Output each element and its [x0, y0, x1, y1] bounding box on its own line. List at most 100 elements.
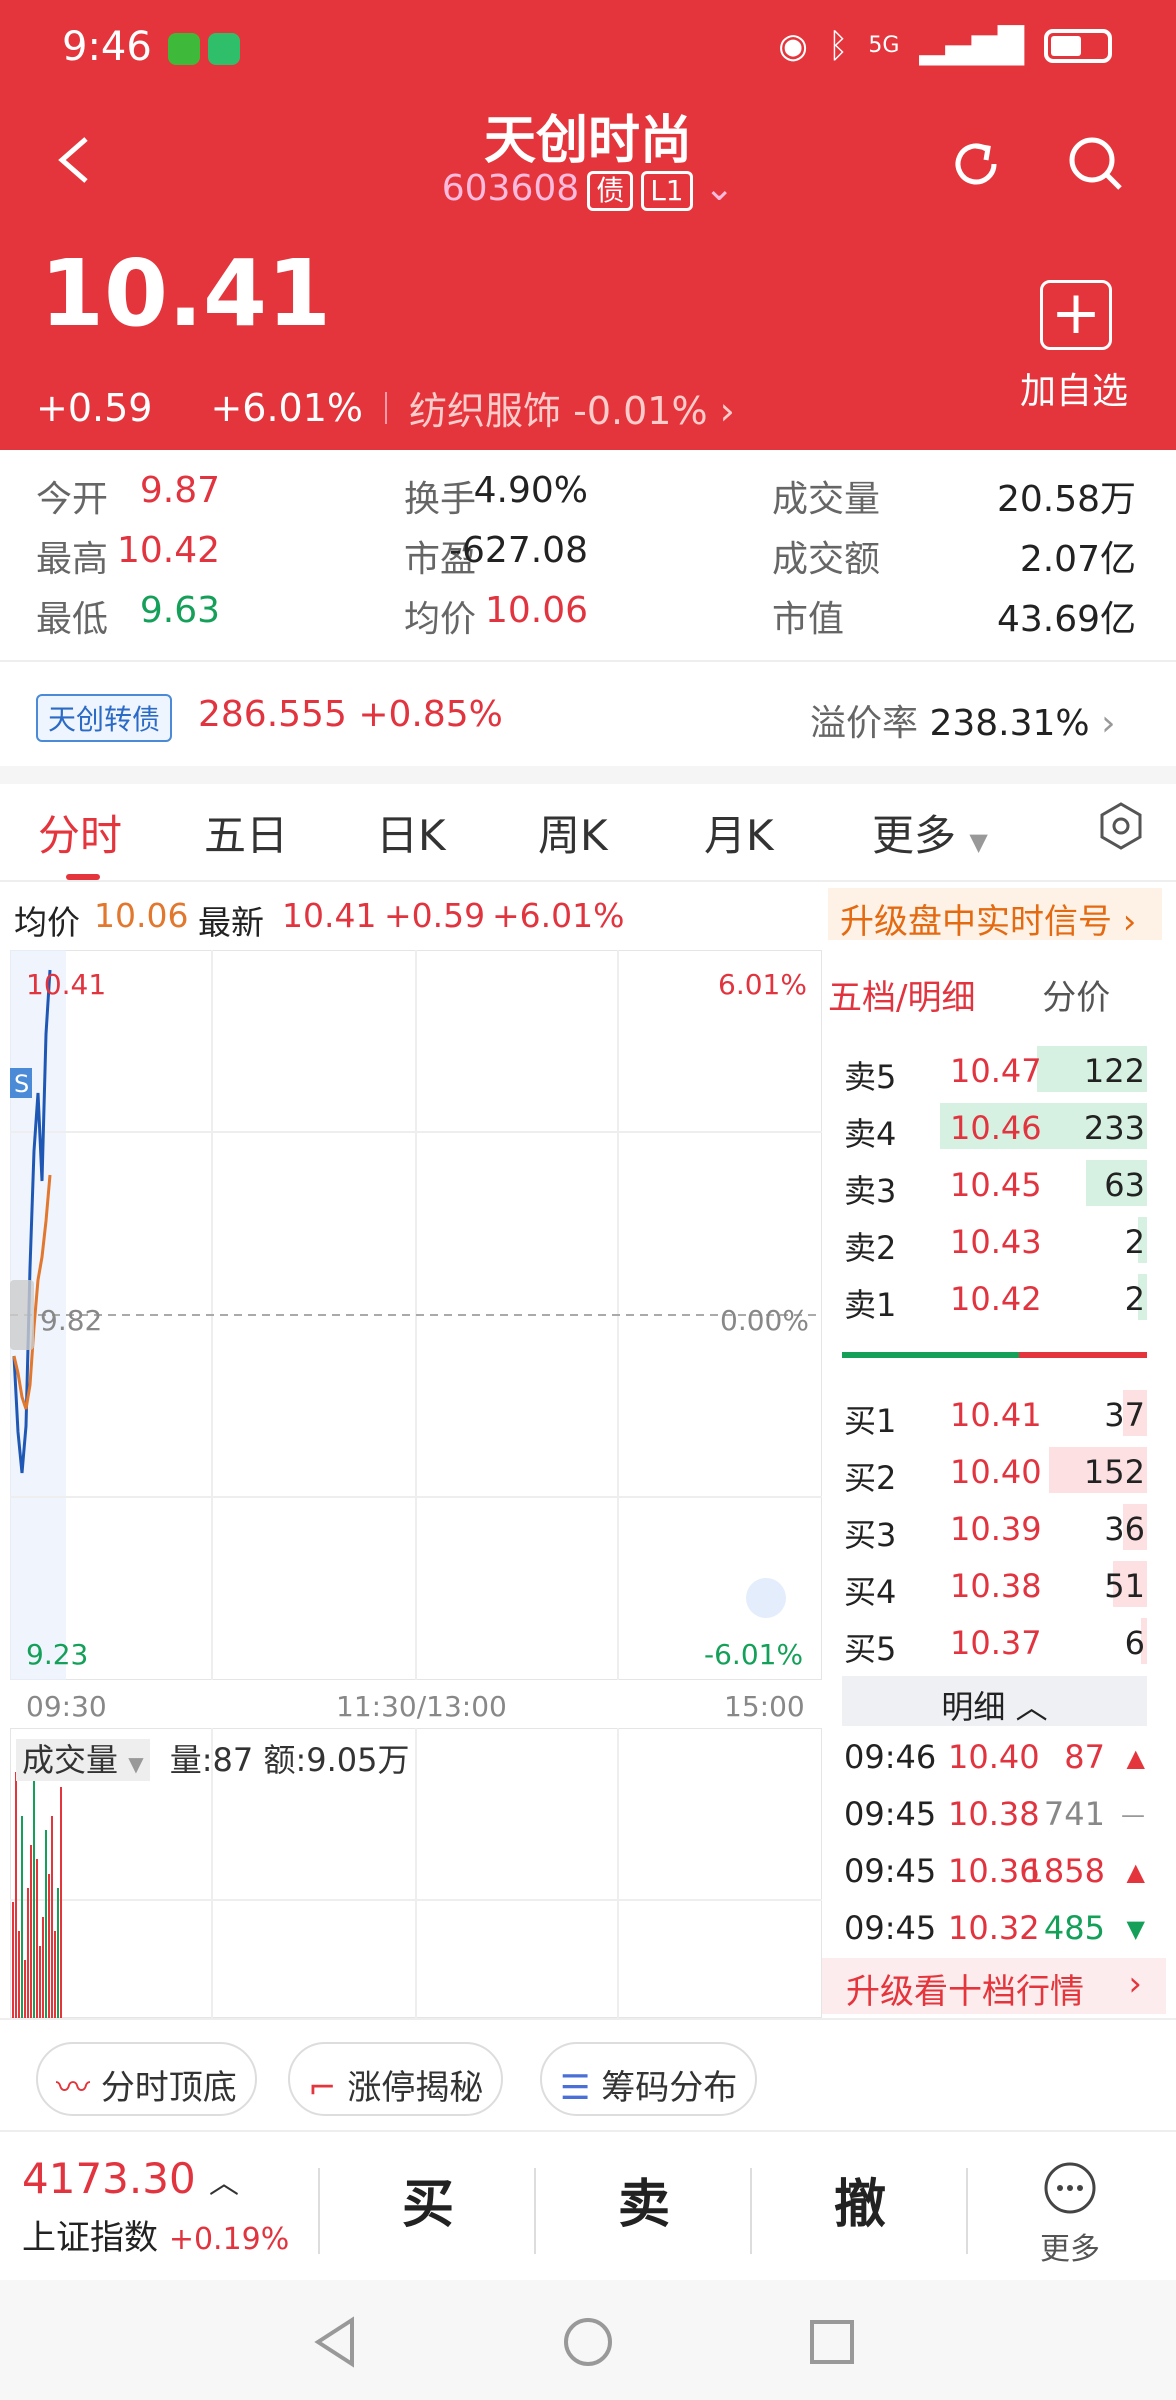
volume-bar	[18, 1931, 20, 2018]
volume-bar	[45, 1830, 47, 2018]
settings-hex-icon[interactable]	[1095, 800, 1147, 852]
refresh-icon[interactable]	[946, 134, 1006, 194]
orderbook-row[interactable]: 卖5 10.47 122	[842, 1044, 1147, 1096]
pill-intraday-top-bottom[interactable]: 〰 分时顶底	[36, 2042, 257, 2116]
sell-button[interactable]: 卖	[574, 2162, 714, 2237]
add-watchlist-button[interactable]: +	[1040, 280, 1112, 350]
stat-label: 今开	[36, 479, 109, 520]
latest-pct: +6.01%	[492, 896, 625, 935]
orderbook-qty: 6	[1124, 1624, 1145, 1662]
arrow-down-icon: ▼	[1126, 1915, 1145, 1943]
orderbook-row[interactable]: 卖4 10.46 233	[842, 1101, 1147, 1153]
price-change-pct: +6.01%	[210, 385, 364, 430]
volume-qty: 量:87	[169, 1741, 254, 1779]
chart-tabs: 分时 五日 日K 周K 月K 更多 ▼	[0, 784, 1176, 882]
y-min-label: 9.23	[26, 1638, 89, 1671]
more-icon	[1044, 2162, 1096, 2214]
chart-handle[interactable]	[10, 1280, 34, 1350]
tab-split[interactable]: 分价	[1042, 978, 1110, 1018]
bond-tag: 天创转债	[36, 694, 173, 742]
orderbook-lbl: 买3	[844, 1516, 897, 1554]
cancel-button[interactable]: 撤	[790, 2162, 930, 2237]
volume-selector[interactable]: 成交量 ▼	[16, 1739, 150, 1781]
tab-more[interactable]: 更多 ▼	[872, 802, 988, 863]
orderbook-row[interactable]: 卖1 10.42 2	[842, 1272, 1147, 1324]
nav-home-icon[interactable]	[562, 2316, 614, 2368]
more-button[interactable]: 更多	[1030, 2160, 1110, 2268]
volume-bar	[33, 1758, 35, 2018]
time-mid: 11:30/13:00	[336, 1690, 507, 1723]
orderbook-lbl: 买5	[844, 1630, 897, 1668]
volume-bar	[51, 1816, 53, 2018]
avg-price: 10.06	[94, 896, 189, 935]
app-icon	[168, 33, 200, 65]
orderbook-qty: 36	[1104, 1510, 1145, 1548]
nav-recents-icon[interactable]	[808, 2318, 856, 2366]
orderbook-lbl: 卖3	[844, 1172, 897, 1210]
tab-daily-k[interactable]: 日K	[376, 802, 446, 863]
upgrade-ten-level-button[interactable]: 升级看十档行情 ›	[822, 1958, 1166, 2014]
stat-value: 2.07亿	[1019, 539, 1136, 580]
pill-limit-up[interactable]: ⌐ 涨停揭秘	[288, 2042, 504, 2116]
volume-bar	[36, 1859, 38, 2018]
detail-qty: 87	[1064, 1738, 1105, 1776]
intraday-chart[interactable]: S	[10, 950, 822, 1680]
volume-bar	[60, 1787, 62, 2018]
add-watchlist-label[interactable]: 加自选	[1020, 362, 1128, 414]
volume-bar	[57, 1888, 59, 2018]
orderbook-lbl: 卖1	[844, 1286, 897, 1324]
orderbook-row[interactable]: 买3 10.39 36	[842, 1502, 1147, 1554]
tab-monthly-k[interactable]: 月K	[704, 802, 774, 863]
orderbook-lbl: 卖2	[844, 1229, 897, 1267]
tab-intraday[interactable]: 分时	[38, 802, 122, 863]
tab-five-level[interactable]: 五档/明细	[828, 978, 975, 1018]
detail-header[interactable]: 明细 ︿	[842, 1676, 1147, 1726]
orderbook-qty: 122	[1083, 1052, 1145, 1090]
orderbook-px: 10.45	[950, 1166, 1042, 1204]
upgrade-signal-button[interactable]: 升级盘中实时信号 ›	[828, 888, 1162, 942]
index-name-row[interactable]: 上证指数 +0.19%	[22, 2210, 289, 2259]
price-change-row: +0.59 +6.01% 纺织服饰 -0.01% ›	[36, 380, 735, 435]
buy-button[interactable]: 买	[358, 2162, 498, 2237]
expand-icon[interactable]	[746, 1578, 786, 1618]
industry-link[interactable]: 纺织服饰 -0.01% ›	[409, 380, 735, 435]
volume-bar	[42, 1917, 44, 2018]
detail-time: 09:46	[844, 1738, 937, 1776]
bluetooth-icon: ᛒ	[827, 26, 849, 66]
orderbook-qty: 152	[1083, 1453, 1145, 1491]
bond-premium: 溢价率 238.31% ›	[810, 703, 1116, 744]
orderbook-lbl: 买1	[844, 1402, 897, 1440]
orderbook-row[interactable]: 买5 10.37 6	[842, 1616, 1147, 1668]
stat-value: 4.90%	[473, 470, 588, 511]
orderbook-header: 五档/明细 分价	[828, 970, 1110, 1019]
tab-five-day[interactable]: 五日	[204, 802, 288, 863]
time-start: 09:30	[26, 1690, 107, 1723]
current-price: 10.41	[40, 240, 332, 347]
level-tag: L1	[641, 171, 693, 211]
orderbook-px: 10.37	[950, 1624, 1042, 1662]
tab-weekly-k[interactable]: 周K	[538, 802, 608, 863]
orderbook-qty: 51	[1104, 1567, 1145, 1605]
orderbook-px: 10.39	[950, 1510, 1042, 1548]
stat-label: 成交额	[772, 539, 881, 580]
orderbook-row[interactable]: 买4 10.38 51	[842, 1559, 1147, 1611]
orderbook-row[interactable]: 卖3 10.45 63	[842, 1158, 1147, 1210]
convertible-bond-row[interactable]: 天创转债 286.555 +0.85% 溢价率 238.31% ›	[0, 660, 1176, 766]
marker-label: S	[14, 1070, 29, 1098]
arrow-up-icon: ▲	[1126, 1744, 1145, 1772]
orderbook-row[interactable]: 买1 10.41 37	[842, 1388, 1147, 1440]
detail-row: 09:45 10.36 1858 ▲	[842, 1846, 1147, 1896]
orderbook-row[interactable]: 买2 10.40 152	[842, 1445, 1147, 1497]
y-mid-label: 9.82	[40, 1304, 103, 1337]
detail-qty: 741	[1043, 1795, 1105, 1833]
nav-back-icon[interactable]	[312, 2316, 360, 2368]
search-icon[interactable]	[1066, 134, 1126, 194]
index-value[interactable]: 4173.30 ︿	[22, 2154, 239, 2203]
stock-header: 9:46 ◉ ᛒ 5G ▂▄▆█ 天创时尚 603608 债 L1 ⌄ 10.41 …	[0, 0, 1176, 450]
stat-value: 10.06	[484, 590, 588, 631]
detail-time: 09:45	[844, 1795, 937, 1833]
pill-chip-distribution[interactable]: ☰ 筹码分布	[540, 2042, 758, 2116]
orderbook-row[interactable]: 卖2 10.43 2	[842, 1215, 1147, 1267]
stat-value: 9.87	[139, 470, 220, 511]
detail-time: 09:45	[844, 1909, 937, 1947]
